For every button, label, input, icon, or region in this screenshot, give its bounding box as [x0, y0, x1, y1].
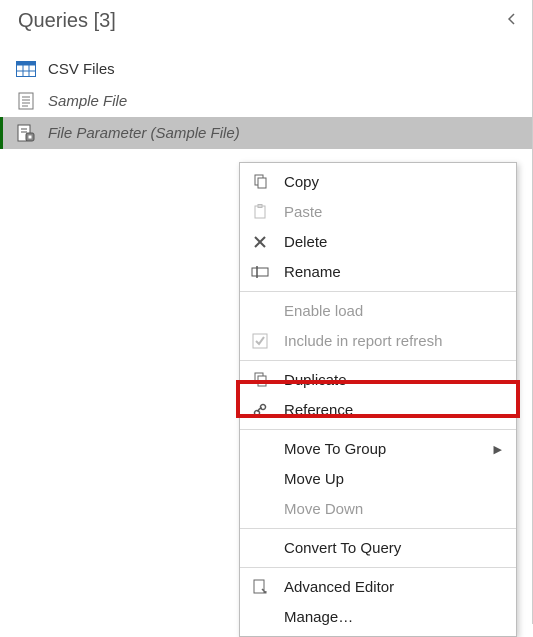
- table-icon: [16, 60, 36, 78]
- menu-label: Include in report refresh: [284, 333, 442, 350]
- menu-label: Enable load: [284, 303, 363, 320]
- blank-icon: [250, 469, 270, 489]
- menu-delete[interactable]: Delete: [240, 227, 516, 257]
- blank-icon: [250, 499, 270, 519]
- blank-icon: [250, 439, 270, 459]
- parameter-icon: [16, 124, 36, 142]
- menu-move-to-group[interactable]: Move To Group ▶: [240, 434, 516, 464]
- panel-header: Queries [3]: [0, 0, 532, 47]
- menu-move-down: Move Down: [240, 494, 516, 524]
- rename-icon: [250, 262, 270, 282]
- menu-duplicate[interactable]: Duplicate: [240, 365, 516, 395]
- menu-copy[interactable]: Copy: [240, 167, 516, 197]
- menu-paste: Paste: [240, 197, 516, 227]
- menu-rename[interactable]: Rename: [240, 257, 516, 287]
- menu-label: Move Down: [284, 501, 363, 518]
- menu-separator: [240, 528, 516, 529]
- menu-label: Duplicate: [284, 372, 347, 389]
- menu-include-refresh: Include in report refresh: [240, 326, 516, 356]
- copy-icon: [250, 172, 270, 192]
- menu-advanced-editor[interactable]: Advanced Editor: [240, 572, 516, 602]
- submenu-arrow-icon: ▶: [494, 443, 502, 456]
- blank-icon: [250, 607, 270, 627]
- menu-label: Move Up: [284, 471, 344, 488]
- menu-label: Advanced Editor: [284, 579, 394, 596]
- menu-separator: [240, 360, 516, 361]
- queries-list: CSV Files Sample File: [0, 47, 532, 149]
- advanced-editor-icon: [250, 577, 270, 597]
- checkbox-checked-icon: [250, 331, 270, 351]
- panel-title: Queries [3]: [18, 10, 116, 33]
- menu-label: Rename: [284, 264, 341, 281]
- paste-icon: [250, 202, 270, 222]
- menu-label: Move To Group: [284, 441, 386, 458]
- menu-label: Copy: [284, 174, 319, 191]
- query-item-sample-file[interactable]: Sample File: [0, 85, 532, 117]
- blank-icon: [250, 538, 270, 558]
- query-label: File Parameter (Sample File): [48, 125, 240, 142]
- duplicate-icon: [250, 370, 270, 390]
- query-label: Sample File: [48, 93, 127, 110]
- menu-separator: [240, 429, 516, 430]
- menu-convert-to-query[interactable]: Convert To Query: [240, 533, 516, 563]
- menu-separator: [240, 567, 516, 568]
- query-item-csv-files[interactable]: CSV Files: [0, 53, 532, 85]
- menu-reference[interactable]: Reference: [240, 395, 516, 425]
- menu-label: Manage…: [284, 609, 353, 626]
- menu-label: Convert To Query: [284, 540, 401, 557]
- menu-label: Delete: [284, 234, 327, 251]
- menu-move-up[interactable]: Move Up: [240, 464, 516, 494]
- menu-label: Reference: [284, 402, 353, 419]
- menu-separator: [240, 291, 516, 292]
- document-icon: [16, 92, 36, 110]
- collapse-chevron-icon[interactable]: [506, 12, 518, 31]
- menu-manage[interactable]: Manage…: [240, 602, 516, 632]
- delete-icon: [250, 232, 270, 252]
- blank-icon: [250, 301, 270, 321]
- menu-enable-load: Enable load: [240, 296, 516, 326]
- menu-label: Paste: [284, 204, 322, 221]
- query-label: CSV Files: [48, 61, 115, 78]
- query-item-file-parameter[interactable]: File Parameter (Sample File): [0, 117, 532, 149]
- reference-icon: [250, 400, 270, 420]
- context-menu: Copy Paste Delete Rename Enable load Inc…: [239, 162, 517, 637]
